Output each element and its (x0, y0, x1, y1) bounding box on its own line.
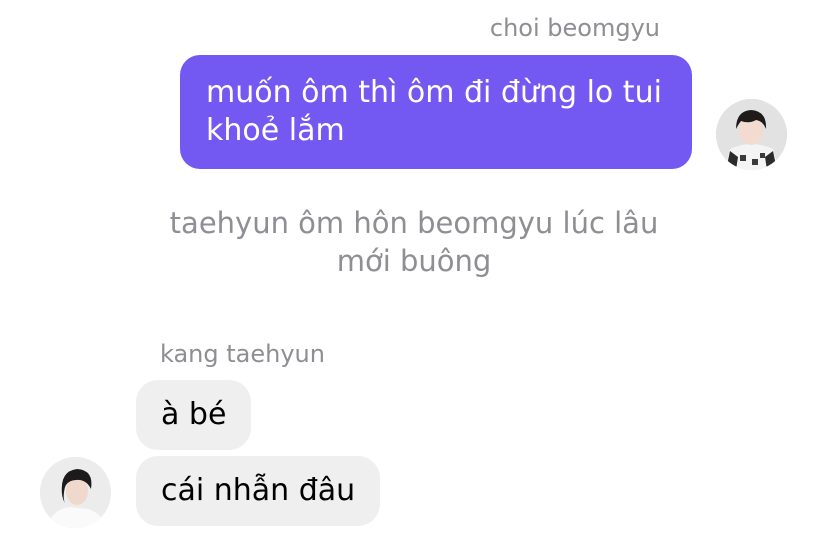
avatar-incoming[interactable] (40, 457, 111, 528)
system-message: taehyun ôm hôn beomgyu lúc lâu mới buông (169, 206, 659, 278)
sender-name-incoming: kang taehyun (160, 340, 325, 368)
message-bubble-outgoing[interactable]: muốn ôm thì ôm đi đừng lo tui khoẻ lắm (180, 55, 692, 169)
person-avatar-icon (716, 99, 787, 170)
message-bubble-incoming[interactable]: à bé (136, 380, 252, 450)
person-avatar-icon (40, 457, 111, 528)
chat-canvas: choi beomgyu muốn ôm thì ôm đi đừng lo t… (0, 0, 828, 543)
message-bubble-incoming[interactable]: cái nhẫn đâu (136, 456, 381, 526)
sender-name-outgoing: choi beomgyu (489, 14, 660, 42)
avatar-outgoing[interactable] (716, 99, 787, 170)
